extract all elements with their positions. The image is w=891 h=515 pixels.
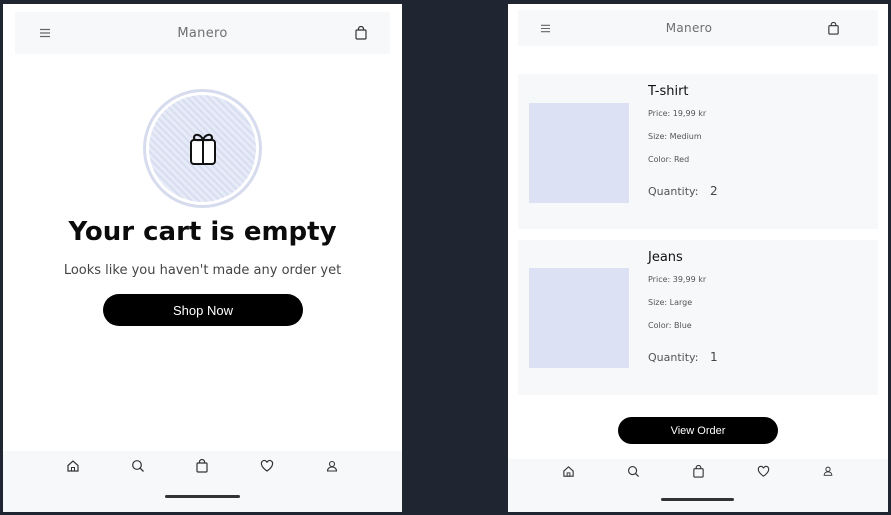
quantity-value[interactable]: 1 [710,350,718,364]
top-bar: Manero [15,12,390,54]
product-name: Jeans [648,250,683,265]
heart-icon[interactable] [757,465,770,478]
product-color: Color: Red [648,155,690,164]
gift-icon [188,131,218,167]
shopping-bag-icon[interactable] [692,465,705,478]
search-icon[interactable] [627,465,640,478]
home-icon[interactable] [562,465,575,478]
bottom-navigation [3,451,402,512]
search-icon[interactable] [131,459,145,473]
shopping-bag-icon[interactable] [354,26,368,40]
quantity-label: Quantity: [648,351,699,364]
profile-icon[interactable] [325,459,339,473]
shopping-bag-icon[interactable] [195,459,209,473]
shop-now-button[interactable]: Shop Now [103,294,303,326]
empty-cart-title: Your cart is empty [68,217,337,247]
empty-cart-screen: Manero Your cart is empty Looks like you… [3,4,402,512]
product-size: Size: Large [648,298,693,307]
home-indicator [661,498,734,501]
cart-item[interactable]: T-shirt Price: 19,99 kr Size: Medium Col… [518,74,878,229]
quantity-value[interactable]: 2 [710,184,718,198]
bottom-navigation [508,459,888,512]
home-indicator [165,495,240,498]
product-price: Price: 39,99 kr [648,275,707,284]
home-icon[interactable] [66,459,80,473]
brand-name: Manero [177,25,228,41]
product-image [529,268,629,368]
product-size: Size: Medium [648,132,702,141]
quantity-label: Quantity: [648,185,699,198]
empty-cart-illustration [143,89,262,208]
top-bar: Manero [518,10,878,46]
empty-cart-subtitle: Looks like you haven't made any order ye… [63,263,342,278]
profile-icon[interactable] [822,465,834,477]
product-color: Color: Blue [648,321,692,330]
product-name: T-shirt [648,84,689,99]
shopping-bag-icon[interactable] [827,21,840,35]
cart-item[interactable]: Jeans Price: 39,99 kr Size: Large Color:… [518,240,878,395]
cart-screen: Manero T-shirt Price: 19,99 kr Size: Med… [508,4,888,512]
menu-icon[interactable] [540,24,551,33]
view-order-button[interactable]: View Order [618,417,778,444]
product-image [529,103,629,203]
heart-icon[interactable] [260,459,274,473]
product-price: Price: 19,99 kr [648,109,707,118]
brand-name: Manero [665,21,713,35]
menu-icon[interactable] [39,28,51,38]
